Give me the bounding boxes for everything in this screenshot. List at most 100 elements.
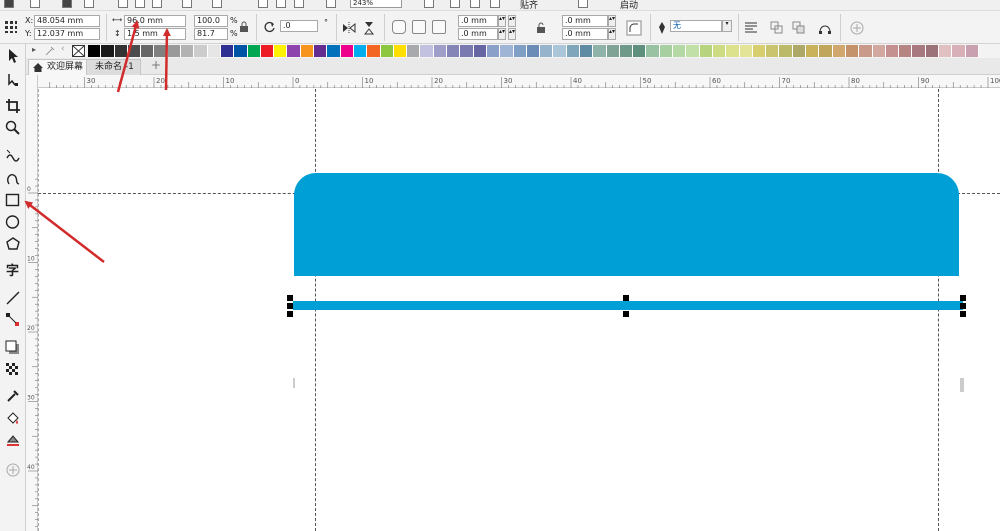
color-swatch[interactable] <box>925 45 939 57</box>
color-swatch[interactable] <box>353 45 368 57</box>
eyedropper-palette-icon[interactable] <box>44 45 56 57</box>
selection-handle-middle-right[interactable] <box>960 303 966 309</box>
color-swatch[interactable] <box>513 45 527 57</box>
show-grid-icon[interactable] <box>470 0 480 8</box>
color-swatch[interactable] <box>832 45 846 57</box>
selection-handle-top-right[interactable] <box>960 295 966 301</box>
color-swatch[interactable] <box>606 45 620 57</box>
selection-handle-bottom-center[interactable] <box>623 311 629 317</box>
artistic-media-tool-icon[interactable] <box>5 170 21 186</box>
color-swatch[interactable] <box>367 45 381 57</box>
color-swatch[interactable] <box>260 45 275 57</box>
color-swatch[interactable] <box>274 45 288 57</box>
corner-radius-top-left-spinner[interactable]: ▴▾ <box>498 15 506 27</box>
outline-width-select[interactable]: 无 <box>670 20 722 32</box>
color-swatch[interactable] <box>526 45 541 57</box>
corner-radius-top-right-input[interactable]: .0 mm <box>562 15 608 27</box>
color-swatch[interactable] <box>859 45 873 57</box>
outline-width-dropdown[interactable]: ▾ <box>722 20 732 32</box>
color-swatch[interactable] <box>752 45 767 57</box>
horizontal-ruler[interactable]: 3020100102030405060708090100 <box>38 75 1000 88</box>
color-swatch[interactable] <box>792 45 807 57</box>
parallel-dimension-tool-icon[interactable] <box>5 290 21 306</box>
shape-tool-icon[interactable] <box>5 72 21 88</box>
guideline-vertical-right[interactable] <box>938 89 939 531</box>
corner-radius-bottom-left-spinner[interactable]: ▴▾ <box>498 28 506 40</box>
color-swatch[interactable] <box>845 45 860 57</box>
color-swatch[interactable] <box>300 45 315 57</box>
object-width-input[interactable]: 96.0 mm <box>124 15 186 27</box>
cut-icon[interactable] <box>118 0 128 8</box>
color-swatch[interactable] <box>167 45 182 57</box>
object-origin-icon[interactable] <box>4 20 18 34</box>
color-swatch[interactable] <box>220 45 235 57</box>
application-launcher-icon[interactable] <box>326 0 336 8</box>
corner-radius-top-right-spinner[interactable]: ▴▾ <box>608 15 616 27</box>
chamfered-corner-button[interactable] <box>432 20 446 34</box>
color-swatch[interactable] <box>579 45 594 57</box>
corner-spin-right-top[interactable]: ▴▾ <box>508 15 516 27</box>
color-swatch[interactable] <box>327 45 341 57</box>
selection-handle-top-left[interactable] <box>287 295 293 301</box>
color-swatch[interactable] <box>181 45 195 57</box>
rotation-angle-input[interactable]: .0 <box>280 20 318 32</box>
open-icon[interactable] <box>30 0 40 8</box>
palette-scroll-left-icon[interactable]: ▸ <box>32 45 36 54</box>
eyedropper-tool-icon[interactable] <box>5 388 21 404</box>
color-swatch[interactable] <box>912 45 926 57</box>
color-swatch[interactable] <box>127 45 142 57</box>
smart-fill-tool-icon[interactable] <box>5 432 21 448</box>
show-guidelines-icon[interactable] <box>490 0 500 8</box>
color-swatch[interactable] <box>686 45 700 57</box>
polygon-tool-icon[interactable] <box>5 236 21 252</box>
selection-handle-top-center[interactable] <box>623 295 629 301</box>
color-swatch[interactable] <box>553 45 567 57</box>
ellipse-tool-icon[interactable] <box>5 214 21 230</box>
drop-shadow-tool-icon[interactable] <box>5 340 21 356</box>
convert-to-curves-icon[interactable] <box>818 21 832 35</box>
color-swatch[interactable] <box>473 45 487 57</box>
color-swatch[interactable] <box>659 45 674 57</box>
pick-tool-icon[interactable] <box>5 48 21 64</box>
color-swatch[interactable] <box>207 45 221 57</box>
selection-handle-bottom-left[interactable] <box>287 311 293 317</box>
corner-spin-right-bottom[interactable]: ▴▾ <box>508 28 516 40</box>
publish-pdf-icon[interactable] <box>294 0 304 8</box>
tab-untitled-document[interactable]: 未命名 -1 <box>86 59 141 75</box>
scale-x-input[interactable]: 100.0 <box>194 15 228 27</box>
guideline-vertical-left[interactable] <box>315 89 316 531</box>
color-swatch[interactable] <box>287 45 301 57</box>
add-tool-plus-icon[interactable] <box>5 462 21 478</box>
import-icon[interactable] <box>258 0 268 8</box>
color-swatch[interactable] <box>154 45 168 57</box>
color-swatch[interactable] <box>194 45 208 57</box>
color-swatch[interactable] <box>633 45 647 57</box>
color-swatch[interactable] <box>779 45 793 57</box>
color-swatch[interactable] <box>872 45 886 57</box>
color-swatch[interactable] <box>314 45 328 57</box>
scale-y-input[interactable]: 81.7 <box>194 28 228 40</box>
to-front-icon[interactable] <box>770 21 784 35</box>
selection-handle-bottom-right[interactable] <box>960 311 966 317</box>
mirror-vertical-icon[interactable] <box>362 21 376 35</box>
y-position-input[interactable]: 12.037 mm <box>34 28 100 40</box>
rectangle-tool-icon[interactable] <box>5 192 21 208</box>
color-swatch[interactable] <box>393 45 408 57</box>
color-swatch[interactable] <box>965 45 979 57</box>
corner-radius-top-left-input[interactable]: .0 mm <box>458 15 498 27</box>
wrap-text-icon[interactable] <box>744 21 758 35</box>
transparency-tool-icon[interactable] <box>5 362 21 378</box>
tab-welcome-screen[interactable]: 欢迎屏幕 <box>28 59 91 75</box>
interactive-fill-tool-icon[interactable] <box>5 410 21 426</box>
color-swatch[interactable] <box>566 45 580 57</box>
vertical-ruler[interactable]: 01020304050 <box>26 75 38 531</box>
color-swatch[interactable] <box>407 45 421 57</box>
scalloped-corner-button[interactable] <box>412 20 426 34</box>
color-swatch[interactable] <box>141 45 155 57</box>
quick-customize-plus-icon[interactable] <box>850 21 864 35</box>
color-swatch[interactable] <box>433 45 448 57</box>
lock-corners-icon[interactable] <box>534 21 548 35</box>
color-swatch[interactable] <box>380 45 394 57</box>
lock-ratio-icon[interactable] <box>238 21 250 33</box>
corner-radius-bottom-left-input[interactable]: .0 mm <box>458 28 498 40</box>
